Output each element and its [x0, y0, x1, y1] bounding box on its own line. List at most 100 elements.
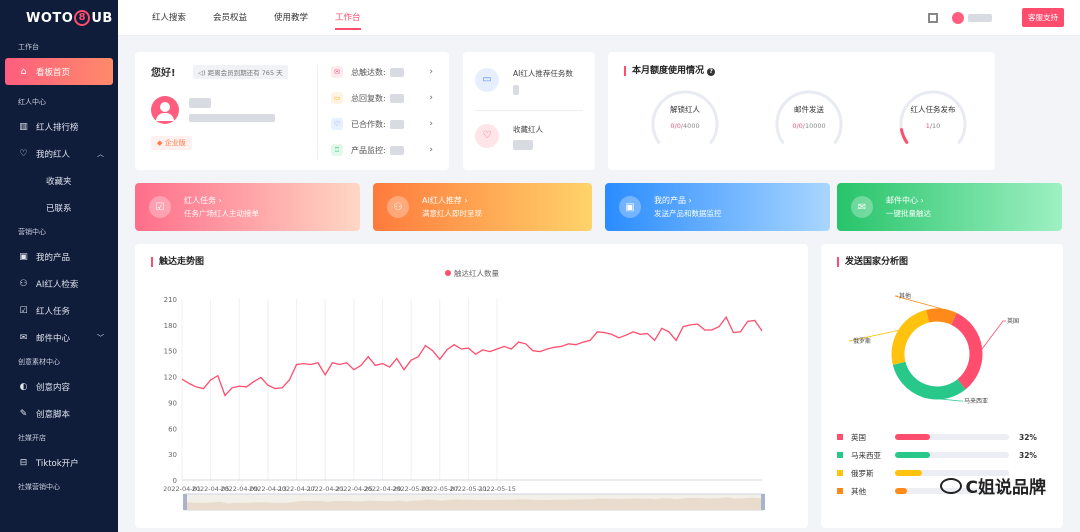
banner-icon: ✉ [851, 196, 873, 218]
section-influencer: 红人中心 [18, 98, 46, 106]
banner-card[interactable]: ▣ 我的产品 › 发送产品和数据监控 [605, 183, 830, 231]
chevron-right-icon: › [429, 119, 433, 129]
donut-label: 英国 [1007, 317, 1019, 325]
chevron-right-icon: › [429, 145, 433, 155]
sidebar-item-contacted[interactable]: 已联系 [0, 194, 118, 221]
sidebar-item-my-products[interactable]: ▣ 我的产品 [0, 243, 118, 270]
stat-icon: ♖ [331, 144, 343, 156]
nav-tab[interactable]: 工作台 [335, 0, 361, 36]
banner-card[interactable]: ⚇ AI红人推荐 › 满意红人即时呈现 [373, 183, 592, 231]
speaker-icon: ◁) [198, 69, 208, 77]
legend-swatch [837, 488, 843, 494]
y-tick-label: 0 [173, 477, 177, 485]
y-tick-label: 180 [164, 322, 177, 330]
gauge-label: 解锁红人 [670, 105, 700, 114]
topbar-right: 客服支持 [928, 8, 1064, 27]
stat-value-blurred [389, 93, 404, 103]
section-social-marketing: 社媒营销中心 [18, 483, 60, 491]
stat-row[interactable]: ✉ 总触达数: › [331, 59, 449, 85]
brand-right: UB [91, 10, 113, 26]
diamond-icon: ◆ [157, 139, 165, 147]
greeting-hello: 您好! [151, 68, 176, 79]
stat-value-blurred [389, 145, 404, 155]
banner-subtitle: 一键批量触达 [886, 209, 931, 218]
sidebar-item-favorites[interactable]: 收藏夹 [0, 167, 118, 194]
sidebar-item-label: 看板首页 [36, 67, 71, 78]
sidebar-item-tiktok[interactable]: ⊟ Tiktok开户 [0, 449, 118, 476]
stat-icon: ♡ [331, 118, 343, 130]
banner-card[interactable]: ☑ 红人任务 › 任务广场红人主动接单 [135, 183, 360, 231]
banner-subtitle: 发送产品和数据监控 [654, 209, 722, 218]
support-button[interactable]: 客服支持 [1022, 8, 1064, 27]
sidebar-item-label: 我的红人 [36, 149, 71, 160]
nav-tab[interactable]: 会员权益 [213, 0, 247, 36]
legend-pct: 32% [1019, 450, 1037, 460]
banner-title: 红人任务 › [184, 196, 222, 205]
sidebar-item-label: 邮件中心 [36, 333, 71, 344]
legend-bar [895, 452, 1009, 458]
gauge-track [775, 90, 843, 144]
section-creative: 创意素材中心 [18, 358, 60, 366]
section-marketing: 营销中心 [18, 228, 46, 236]
sidebar-item-ai-search[interactable]: ⚇ AI红人检索 [0, 270, 118, 297]
stat-label: 产品监控: [351, 145, 386, 155]
gauge-value: 1/10 [898, 122, 968, 130]
legend-name: 其他 [851, 486, 866, 496]
enterprise-tag: ◆ 企业版 [151, 136, 192, 150]
collect-label: 收藏红人 [513, 125, 543, 134]
help-icon[interactable]: ? [707, 68, 716, 76]
gauge-value: 0/0/10000 [774, 122, 844, 130]
quota-card: 本月额度使用情况 ? 解锁红人 0/0/4000 邮件发送 0/0/10000 红人任务… [608, 52, 995, 170]
donut-slice[interactable] [926, 308, 957, 325]
nav-tab[interactable]: 使用教学 [274, 0, 308, 36]
ai-card: ▭ AI红人推荐任务数 ♡ 收藏红人 [463, 52, 595, 170]
sidebar-item-creative-script[interactable]: ✎ 创意脚本 [0, 400, 118, 427]
zoom-handle-left[interactable] [183, 494, 187, 510]
sidebar-item-mail[interactable]: ✉ 邮件中心 ﹀ [0, 324, 118, 351]
banner-card[interactable]: ✉ 邮件中心 › 一键批量触达 [837, 183, 1062, 231]
stat-row[interactable]: ♖ 产品监控: › [331, 137, 449, 163]
chevron-right-icon: › [429, 67, 433, 77]
chevron-up-icon: ︿ [97, 149, 104, 158]
stat-icon: ▭ [331, 92, 343, 104]
stat-value-blurred [389, 119, 404, 129]
zoom-handle-right[interactable] [761, 494, 765, 510]
stat-value-blurred [389, 67, 404, 77]
sidebar-item-tasks[interactable]: ☑ 红人任务 [0, 297, 118, 324]
donut-slice[interactable] [950, 313, 983, 390]
banner-subtitle: 任务广场红人主动接单 [184, 209, 259, 218]
legend-label: 触达红人数量 [454, 268, 499, 278]
gauge-total: /4000 [680, 122, 700, 130]
watermark-text: C姐说品牌 [965, 478, 1046, 498]
gauge: 解锁红人 0/0/4000 [650, 88, 720, 158]
legend-row[interactable]: 英国 32% [837, 428, 1037, 446]
donut-slice[interactable] [891, 309, 930, 365]
nav-tab[interactable]: 红人搜索 [152, 0, 186, 36]
brand-logo[interactable]: WOTO 8 UB [0, 0, 118, 36]
donut-slice[interactable] [892, 361, 966, 400]
avatar[interactable] [952, 11, 964, 24]
banner-title: 我的产品 › [654, 196, 692, 205]
gauge-fill [899, 128, 909, 144]
banner-text: 我的产品 › 发送产品和数据监控 [654, 194, 722, 220]
gauge-track [899, 90, 967, 144]
banner-title: 邮件中心 › [886, 196, 924, 205]
gauge-total: /10 [929, 122, 941, 130]
stat-row[interactable]: ▭ 总回复数: › [331, 85, 449, 111]
membership-notice: ◁) 距离会员到期还有 765 天 [193, 65, 288, 79]
sidebar-item-ranking[interactable]: ▥ 红人排行榜 [0, 113, 118, 140]
stat-row[interactable]: ♡ 已合作数: › [331, 111, 449, 137]
sidebar-item-creative-content[interactable]: ◐ 创意内容 [0, 373, 118, 400]
greeting-card: 您好! ◁) 距离会员到期还有 765 天 ◆ 企业版 ✉ 总触达数: › ▭ 总回复数… [135, 52, 449, 170]
country-title: 发送国家分析图 [837, 257, 908, 267]
qrcode-icon[interactable] [928, 12, 938, 23]
collect-value-blurred [513, 140, 533, 150]
legend-row[interactable]: 马来西亚 32% [837, 446, 1037, 464]
y-tick-label: 150 [164, 348, 177, 356]
gauge: 红人任务发布 1/10 [898, 88, 968, 158]
brand-badge-icon: 8 [74, 10, 91, 26]
sidebar-item-dashboard[interactable]: ⌂ 看板首页 [5, 58, 113, 85]
membership-notice-text: 距离会员到期还有 765 天 [207, 69, 283, 77]
trend-chart: 触达红人数量03060901201501802102022-04-012022-… [163, 268, 765, 511]
sidebar-item-my-influencers[interactable]: ♡ 我的红人 ︿ [0, 140, 118, 167]
